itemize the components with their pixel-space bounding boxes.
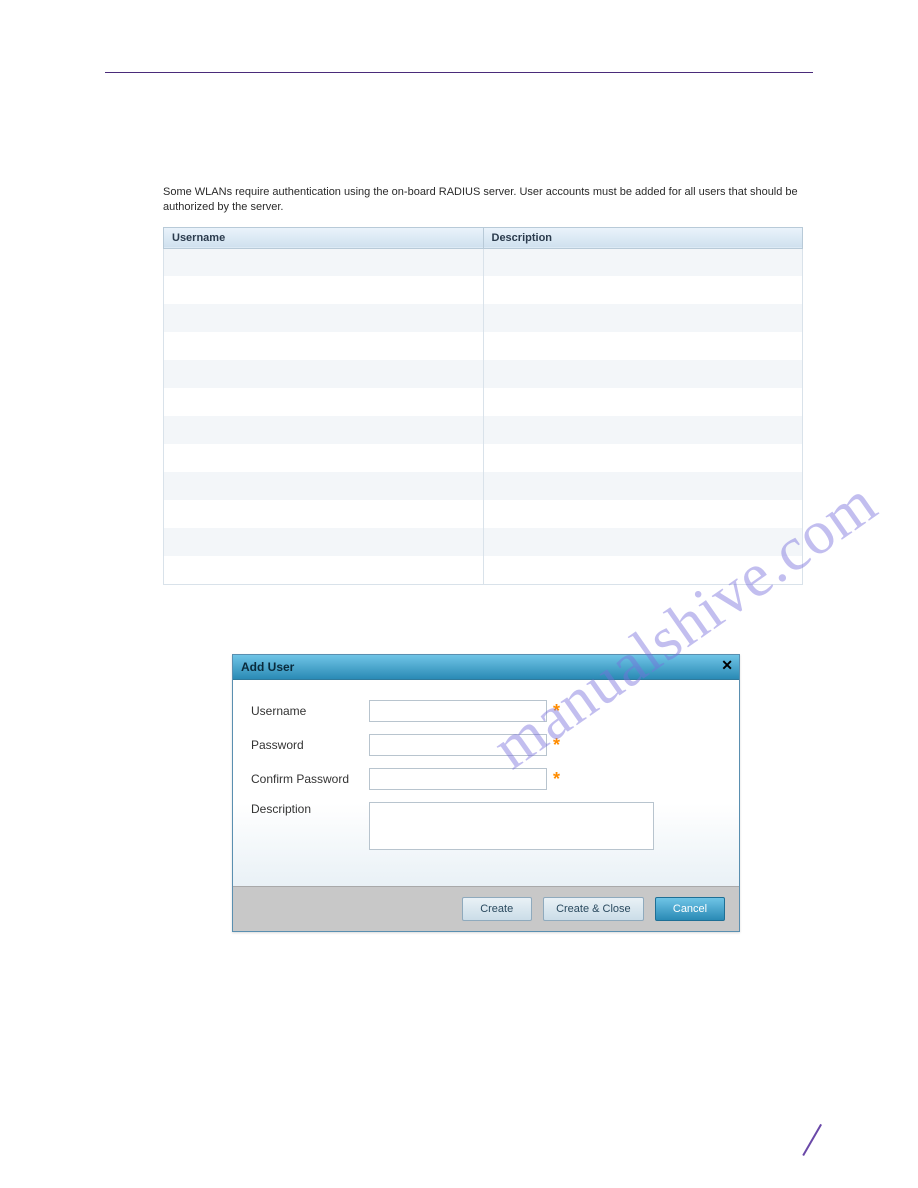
header-rule <box>105 72 813 73</box>
page-corner-slash-icon <box>782 1126 812 1156</box>
table-row <box>164 500 803 528</box>
table-row <box>164 360 803 388</box>
intro-paragraph: Some WLANs require authentication using … <box>163 185 803 215</box>
cancel-button[interactable]: Cancel <box>655 897 725 921</box>
form-row-description: Description <box>251 802 721 850</box>
table-header-row: Username Description <box>164 227 803 248</box>
table-row <box>164 332 803 360</box>
password-input[interactable] <box>369 734 547 756</box>
table-row <box>164 388 803 416</box>
add-user-dialog: Add User ✕ Username * Password * Confirm… <box>232 654 740 932</box>
table-row <box>164 248 803 276</box>
description-input[interactable] <box>369 802 654 850</box>
dialog-titlebar[interactable]: Add User ✕ <box>233 655 739 680</box>
form-row-username: Username * <box>251 700 721 722</box>
table-row <box>164 444 803 472</box>
table-row <box>164 472 803 500</box>
required-mark-icon: * <box>553 702 560 720</box>
password-label: Password <box>251 738 369 752</box>
user-accounts-table: Username Description <box>163 227 803 585</box>
content-area: Some WLANs require authentication using … <box>163 185 803 585</box>
description-label: Description <box>251 802 369 816</box>
column-header-username[interactable]: Username <box>164 227 484 248</box>
dialog-body: Username * Password * Confirm Password *… <box>233 680 739 886</box>
table-row <box>164 528 803 556</box>
table-row <box>164 304 803 332</box>
create-and-close-button[interactable]: Create & Close <box>543 897 644 921</box>
username-input[interactable] <box>369 700 547 722</box>
required-mark-icon: * <box>553 770 560 788</box>
table-row <box>164 416 803 444</box>
column-header-description[interactable]: Description <box>483 227 803 248</box>
table-row <box>164 276 803 304</box>
username-label: Username <box>251 704 369 718</box>
dialog-title-text: Add User <box>241 660 294 674</box>
form-row-confirm-password: Confirm Password * <box>251 768 721 790</box>
dialog-footer: Create Create & Close Cancel <box>233 886 739 931</box>
confirm-password-label: Confirm Password <box>251 772 369 786</box>
create-button[interactable]: Create <box>462 897 532 921</box>
form-row-password: Password * <box>251 734 721 756</box>
table-row <box>164 556 803 584</box>
required-mark-icon: * <box>553 736 560 754</box>
close-icon[interactable]: ✕ <box>721 658 733 672</box>
confirm-password-input[interactable] <box>369 768 547 790</box>
